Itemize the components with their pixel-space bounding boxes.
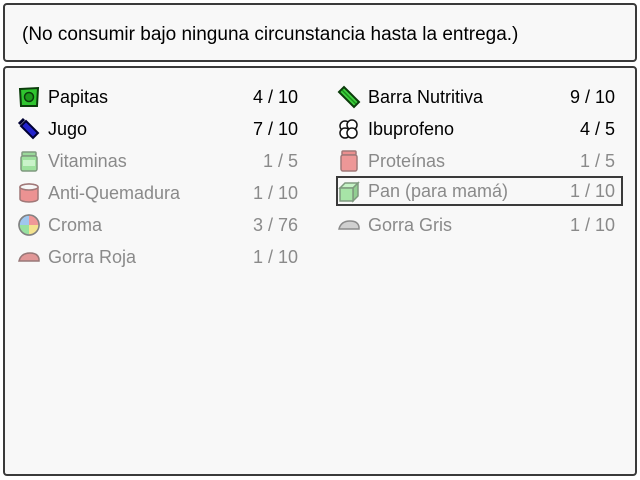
item-name: Gorra Gris <box>368 215 453 235</box>
bread-box-icon <box>337 179 361 203</box>
item-count: 1 / 5 <box>579 151 615 171</box>
item-count: 4 / 5 <box>579 119 615 139</box>
juice-bottle-icon <box>17 117 41 141</box>
item-name: Croma <box>48 215 103 235</box>
vitamin-jar-icon <box>17 149 41 173</box>
item-vitaminas[interactable]: Vitaminas 1 / 5 <box>16 146 306 176</box>
item-name: Papitas <box>48 87 109 107</box>
item-name: Anti-Quemadura <box>48 183 181 203</box>
red-cap-icon <box>17 245 41 269</box>
item-ibuprofeno[interactable]: Ibuprofeno 4 / 5 <box>336 114 623 144</box>
item-proteinas[interactable]: Proteínas 1 / 5 <box>336 146 623 176</box>
item-count: 4 / 10 <box>252 87 298 107</box>
help-text: (No consumir bajo ninguna circunstancia … <box>22 24 519 45</box>
item-papitas[interactable]: Papitas 4 / 10 <box>16 82 306 112</box>
item-count: 1 / 10 <box>252 247 298 267</box>
item-count: 1 / 10 <box>569 215 615 235</box>
item-croma[interactable]: Croma 3 / 76 <box>16 210 306 240</box>
item-name: Jugo <box>48 119 88 139</box>
item-jugo[interactable]: Jugo 7 / 10 <box>16 114 306 144</box>
chroma-orb-icon <box>17 213 41 237</box>
item-anti-quemadura[interactable]: Anti-Quemadura 1 / 10 <box>16 178 306 208</box>
item-pan-para-mama[interactable]: Pan (para mamá) 1 / 10 <box>336 176 623 206</box>
item-name: Barra Nutritiva <box>368 87 484 107</box>
item-name: Vitaminas <box>48 151 127 171</box>
item-name: Gorra Roja <box>48 247 137 267</box>
pills-icon <box>337 117 361 141</box>
item-count: 7 / 10 <box>252 119 298 139</box>
protein-jar-icon <box>337 149 361 173</box>
item-name: Ibuprofeno <box>368 119 455 139</box>
item-barra-nutritiva[interactable]: Barra Nutritiva 9 / 10 <box>336 82 623 112</box>
chip-bag-icon <box>17 85 41 109</box>
item-count: 1 / 10 <box>569 181 615 201</box>
help-window: (No consumir bajo ninguna circunstancia … <box>3 3 637 62</box>
item-gorra-roja[interactable]: Gorra Roja 1 / 10 <box>16 242 306 272</box>
gray-cap-icon <box>337 213 361 237</box>
nutrition-bar-icon <box>337 85 361 109</box>
item-count: 1 / 10 <box>252 183 298 203</box>
item-name: Proteínas <box>368 151 446 171</box>
item-name: Pan (para mamá) <box>368 181 509 201</box>
item-count: 9 / 10 <box>569 87 615 107</box>
item-count: 1 / 5 <box>262 151 298 171</box>
item-gorra-gris[interactable]: Gorra Gris 1 / 10 <box>336 210 623 240</box>
burn-cream-icon <box>17 181 41 205</box>
item-count: 3 / 76 <box>252 215 298 235</box>
